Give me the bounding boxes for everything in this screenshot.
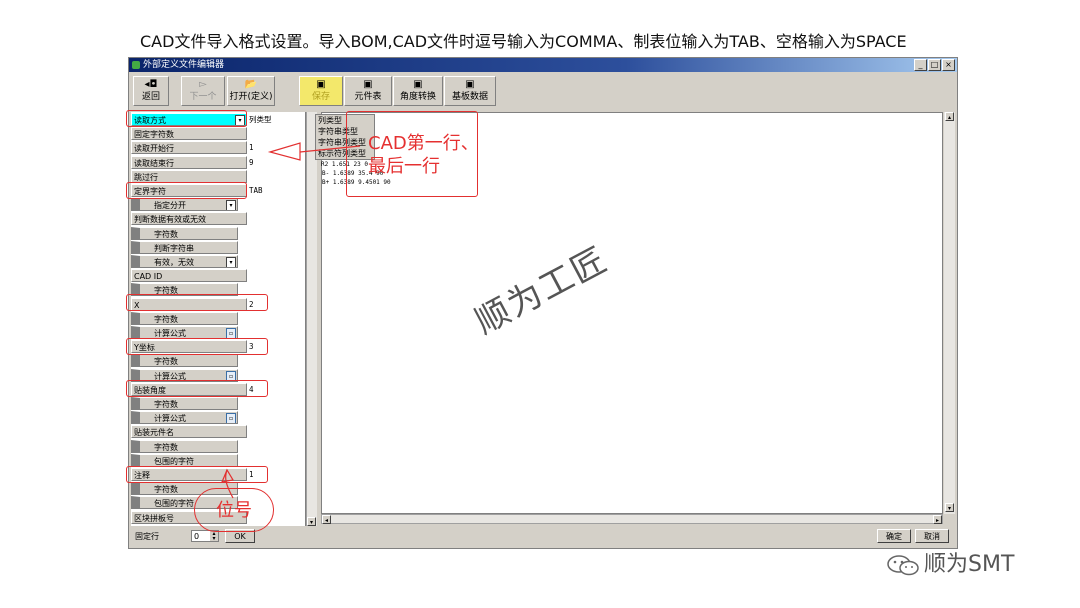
- annotation-cad-rows-line2: 最后一行: [368, 156, 440, 177]
- brand-name: 顺为SMT: [924, 552, 1015, 577]
- wechat-icon: [886, 554, 920, 576]
- arrow-head: [267, 142, 301, 161]
- annotation-cad-rows-line1: CAD第一行、: [368, 133, 479, 154]
- brand-logo: 顺为SMT: [886, 546, 1014, 578]
- arrow-line: [299, 145, 361, 153]
- annotation-refdes: 位号: [216, 500, 252, 521]
- arrow-head: [221, 468, 234, 483]
